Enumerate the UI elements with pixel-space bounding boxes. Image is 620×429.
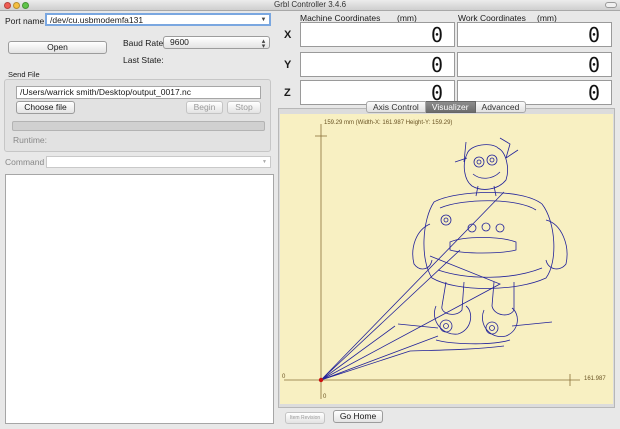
toolbar-toggle-icon[interactable]	[605, 2, 617, 8]
stop-button[interactable]: Stop	[227, 101, 261, 114]
last-state-label: Last State:	[123, 55, 164, 65]
visualizer-info-text: 159.29 mm (Width-X: 161.987 Height-Y: 15…	[324, 120, 452, 126]
command-label: Command	[5, 157, 45, 167]
axis-letter-z: Z	[284, 87, 291, 99]
visualizer-background	[280, 114, 613, 404]
command-input[interactable]: ▼	[46, 156, 271, 168]
updown-arrows-icon: ▴ ▾	[261, 38, 266, 50]
axis-letter-y: Y	[284, 59, 292, 71]
baud-rate-select[interactable]: 9600 ▴ ▾	[163, 36, 270, 50]
machine-y-value: 0	[430, 53, 444, 77]
window-title: Grbl Controller 3.4.6	[273, 0, 347, 9]
begin-button[interactable]: Begin	[186, 101, 223, 114]
machine-origin-marker	[318, 377, 324, 383]
visualizer-canvas[interactable]: 159.29 mm (Width-X: 161.987 Height-Y: 15…	[280, 114, 613, 404]
choose-file-button[interactable]: Choose file	[16, 101, 75, 114]
file-path-field[interactable]: /Users/warrick smith/Desktop/output_0017…	[16, 86, 261, 99]
title-bar: Grbl Controller 3.4.6	[0, 0, 620, 11]
go-home-button[interactable]: Go Home	[333, 410, 383, 423]
baud-rate-label: Baud Rate	[123, 38, 164, 48]
send-file-group-label: Send File	[8, 70, 40, 79]
tab-bar: Axis Control Visualizer Advanced	[366, 101, 527, 113]
machine-y-display: 0	[300, 52, 455, 77]
send-progress-bar	[12, 121, 265, 131]
axis-letter-x: X	[284, 29, 292, 41]
machine-x-display: 0	[300, 22, 455, 47]
work-z-value: 0	[587, 81, 601, 105]
runtime-label: Runtime:	[13, 135, 48, 145]
faint-button[interactable]: Item Revision	[285, 412, 325, 424]
work-x-display: 0	[457, 22, 612, 47]
open-button[interactable]: Open	[8, 41, 107, 54]
chevron-down-icon: ▼	[260, 17, 267, 23]
work-x-value: 0	[587, 23, 601, 47]
port-name-value: /dev/cu.usbmodemfa131	[50, 15, 144, 25]
chevron-down-icon: ▼	[262, 159, 267, 165]
port-name-label: Port name	[5, 16, 45, 26]
work-y-value: 0	[587, 53, 601, 77]
work-y-display: 0	[457, 52, 612, 77]
tab-visualizer[interactable]: Visualizer	[425, 101, 476, 113]
x-max-label: 161.987	[584, 376, 606, 382]
tab-axis-control[interactable]: Axis Control	[366, 101, 426, 113]
port-name-combo[interactable]: /dev/cu.usbmodemfa131 ▼	[45, 13, 271, 26]
console-output[interactable]	[5, 174, 274, 424]
baud-rate-value: 9600	[170, 37, 189, 47]
tab-advanced[interactable]: Advanced	[475, 101, 527, 113]
machine-x-value: 0	[430, 23, 444, 47]
